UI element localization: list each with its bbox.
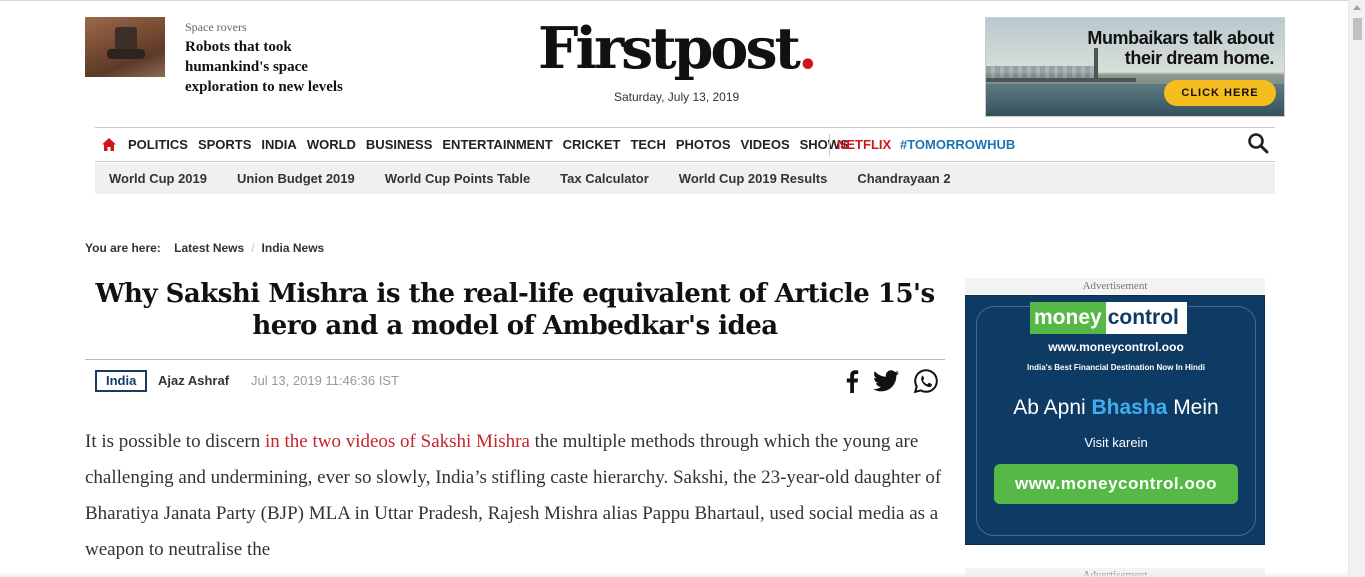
nav-item-tech[interactable]: TECH: [630, 137, 665, 152]
ad-url: www.moneycontrol.ooo: [1048, 340, 1184, 354]
whatsapp-icon[interactable]: [913, 368, 939, 399]
article-body: It is possible to discern in the two vid…: [85, 424, 945, 568]
slogan-end: Mein: [1167, 396, 1219, 419]
logo-control: control: [1107, 306, 1179, 329]
category-badge[interactable]: India: [95, 370, 148, 392]
slogan-highlight: Bhasha: [1091, 396, 1168, 419]
page-scrollbar[interactable]: [1348, 0, 1365, 577]
nav-item-tomorrowhub[interactable]: #TOMORROWHUB: [900, 137, 1015, 152]
breadcrumb-label: You are here:: [85, 241, 161, 255]
moneycontrol-logo: money control: [1030, 302, 1187, 334]
breadcrumb-latest-news[interactable]: Latest News: [174, 241, 244, 255]
home-icon[interactable]: [102, 138, 116, 151]
window-top-border: [0, 0, 1365, 1]
scroll-up-arrow-icon[interactable]: [1353, 5, 1361, 10]
promo-title-link[interactable]: Robots that took humankind's space explo…: [185, 37, 365, 97]
ad-click-here-button[interactable]: CLICK HERE: [1164, 80, 1276, 106]
sidebar-ad[interactable]: money control www.moneycontrol.ooo India'…: [965, 295, 1265, 545]
article-meta: India Ajaz Ashraf Jul 13, 2019 11:46:36 …: [85, 359, 945, 401]
trending-item[interactable]: Union Budget 2019: [237, 171, 355, 186]
nav-item-photos[interactable]: PHOTOS: [676, 137, 731, 152]
facebook-icon[interactable]: [845, 369, 859, 398]
main-nav: POLITICS SPORTS INDIA WORLD BUSINESS ENT…: [95, 127, 1275, 162]
ad-visit-text: Visit karein: [1084, 435, 1148, 450]
nav-item-netflix[interactable]: NETFLIX: [837, 137, 891, 152]
publish-timestamp: Jul 13, 2019 11:46:36 IST: [251, 373, 399, 388]
slogan-start: Ab Apni: [1013, 396, 1092, 419]
nav-item-entertainment[interactable]: ENTERTAINMENT: [442, 137, 552, 152]
search-icon[interactable]: [1247, 132, 1269, 154]
trending-item[interactable]: World Cup 2019: [109, 171, 207, 186]
nav-item-cricket[interactable]: CRICKET: [563, 137, 621, 152]
breadcrumb-separator: /: [251, 241, 255, 255]
nav-item-business[interactable]: BUSINESS: [366, 137, 432, 152]
author-name[interactable]: Ajaz Ashraf: [158, 373, 229, 388]
advertisement-label: Advertisement: [965, 278, 1265, 294]
promo-thumbnail[interactable]: [85, 17, 165, 77]
share-buttons: [831, 368, 939, 399]
logo-money: money: [1030, 302, 1106, 334]
scrollbar-thumb[interactable]: [1353, 18, 1362, 40]
twitter-icon[interactable]: [873, 370, 899, 397]
logo-text: Firstpost: [538, 15, 801, 82]
body-text-start: It is possible to discern: [85, 431, 265, 452]
ad-headline: Mumbaikars talk about their dream home.: [1087, 28, 1274, 68]
nav-item-india[interactable]: INDIA: [261, 137, 296, 152]
nav-item-politics[interactable]: POLITICS: [128, 137, 188, 152]
breadcrumb: You are here: Latest News / India News: [85, 241, 324, 255]
article-title: Why Sakshi Mishra is the real-life equiv…: [95, 279, 935, 341]
ad-bridge: [986, 78, 1136, 82]
trending-item[interactable]: World Cup Points Table: [385, 171, 530, 186]
trending-items: World Cup 2019 Union Budget 2019 World C…: [109, 171, 981, 186]
ad-slogan: Ab Apni Bhasha Mein: [966, 396, 1264, 420]
nav-item-sports[interactable]: SPORTS: [198, 137, 251, 152]
nav-divider: [829, 134, 830, 156]
current-date: Saturday, July 13, 2019: [614, 90, 740, 104]
trending-item[interactable]: Chandrayaan 2: [857, 171, 950, 186]
body-inline-link[interactable]: in the two videos of Sakshi Mishra: [265, 431, 530, 452]
ad-tagline: India's Best Financial Destination Now I…: [1027, 363, 1205, 372]
breadcrumb-india-news[interactable]: India News: [262, 241, 325, 255]
logo-dot: .: [797, 15, 818, 82]
nav-item-videos[interactable]: VIDEOS: [741, 137, 790, 152]
nav-items: POLITICS SPORTS INDIA WORLD BUSINESS ENT…: [128, 137, 859, 152]
viewport-bottom-edge: [0, 572, 1348, 577]
trending-nav: World Cup 2019 Union Budget 2019 World C…: [95, 163, 1275, 194]
site-logo[interactable]: Firstpost.: [538, 14, 818, 84]
header-promo[interactable]: Space rovers Robots that took humankind'…: [85, 17, 365, 97]
top-banner-ad[interactable]: Mumbaikars talk about their dream home. …: [985, 17, 1285, 117]
nav-item-world[interactable]: WORLD: [307, 137, 356, 152]
trending-item[interactable]: World Cup 2019 Results: [679, 171, 828, 186]
promo-kicker: Space rovers: [185, 20, 247, 34]
ad-cta-button[interactable]: www.moneycontrol.ooo: [994, 464, 1238, 504]
trending-item[interactable]: Tax Calculator: [560, 171, 649, 186]
